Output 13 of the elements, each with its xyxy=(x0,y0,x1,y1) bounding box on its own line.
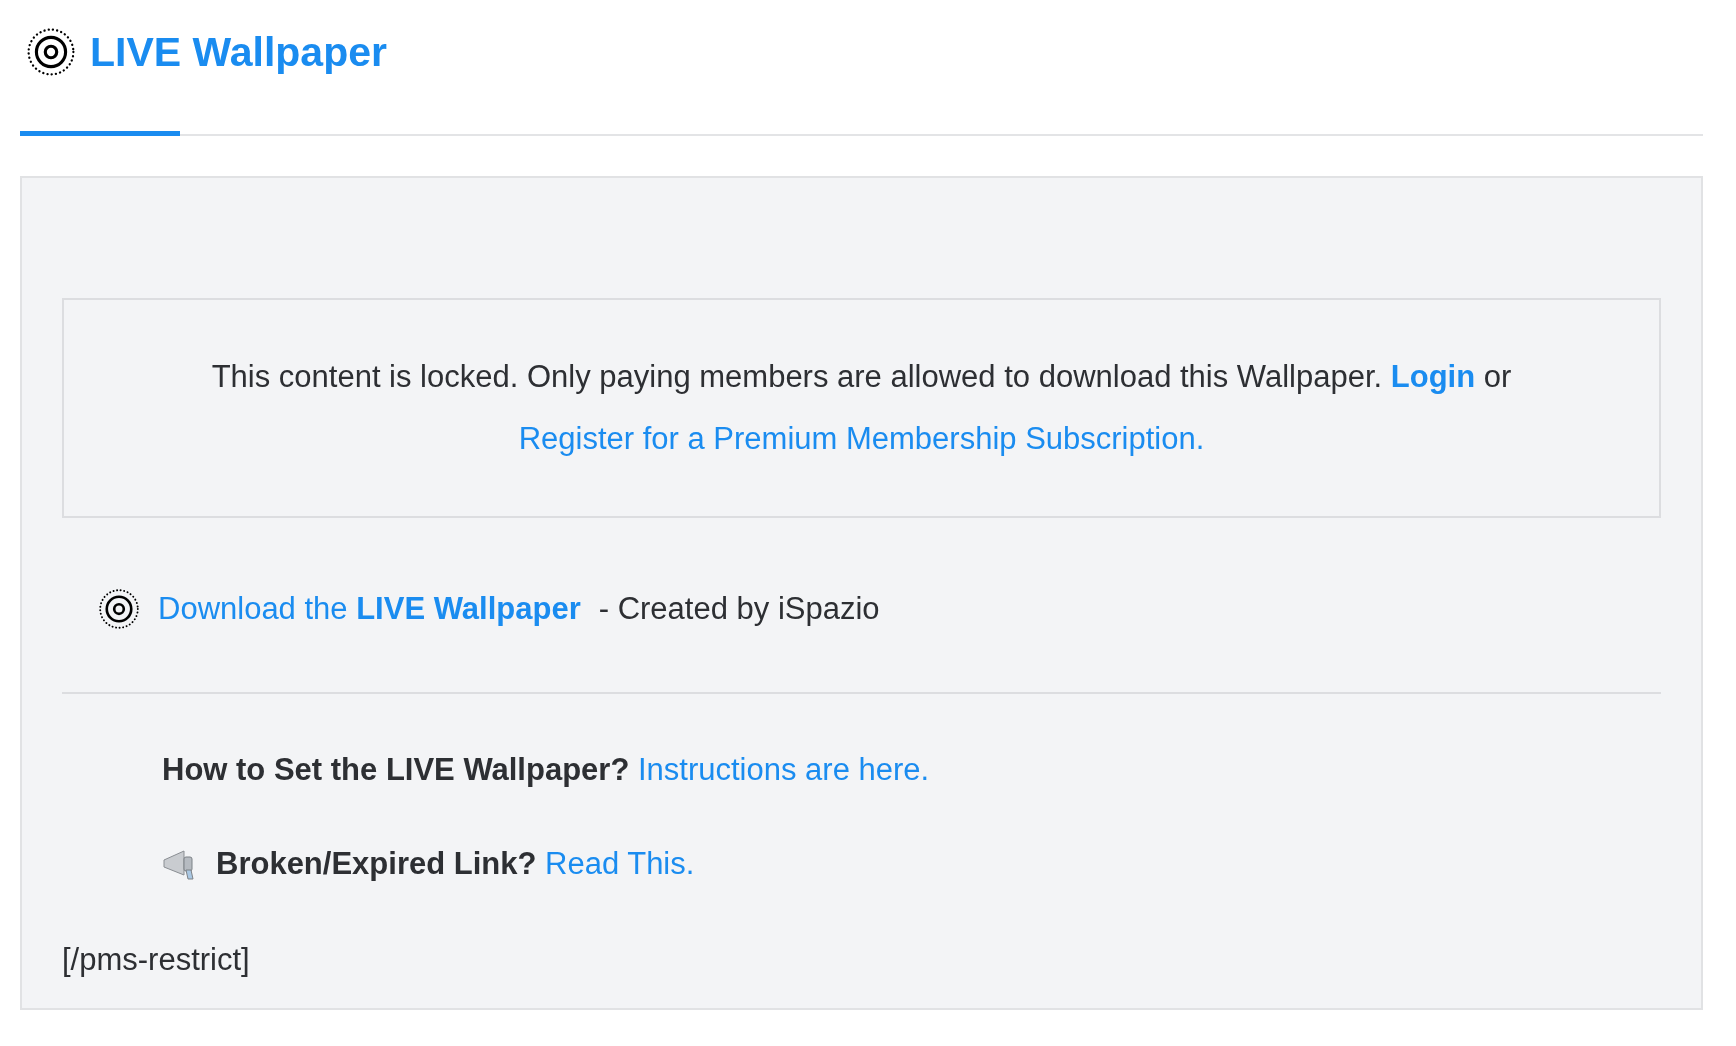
live-photo-icon xyxy=(26,27,76,77)
register-link[interactable]: Register for a Premium Membership Subscription. xyxy=(518,421,1205,456)
credit-text: - Created by iSpazio xyxy=(598,591,880,627)
help-link[interactable]: Read This. xyxy=(545,846,695,881)
live-photo-icon xyxy=(98,588,140,630)
help-link[interactable]: Instructions are here. xyxy=(637,752,930,787)
download-link[interactable]: Download the LIVE Wallpaper xyxy=(158,591,581,627)
help-question: How to Set the LIVE Wallpaper? xyxy=(162,752,630,787)
locked-message: This content is locked. Only paying members are allowed to download this Wallpaper. Login or Register for a Premium Membership Subscription. xyxy=(210,358,1513,458)
login-link[interactable]: Login xyxy=(1390,359,1476,394)
page-title: LIVE Wallpaper xyxy=(90,28,387,76)
help-question: Broken/Expired Link? xyxy=(216,846,537,881)
shortcode-text: [/pms-restrict] xyxy=(62,942,251,978)
